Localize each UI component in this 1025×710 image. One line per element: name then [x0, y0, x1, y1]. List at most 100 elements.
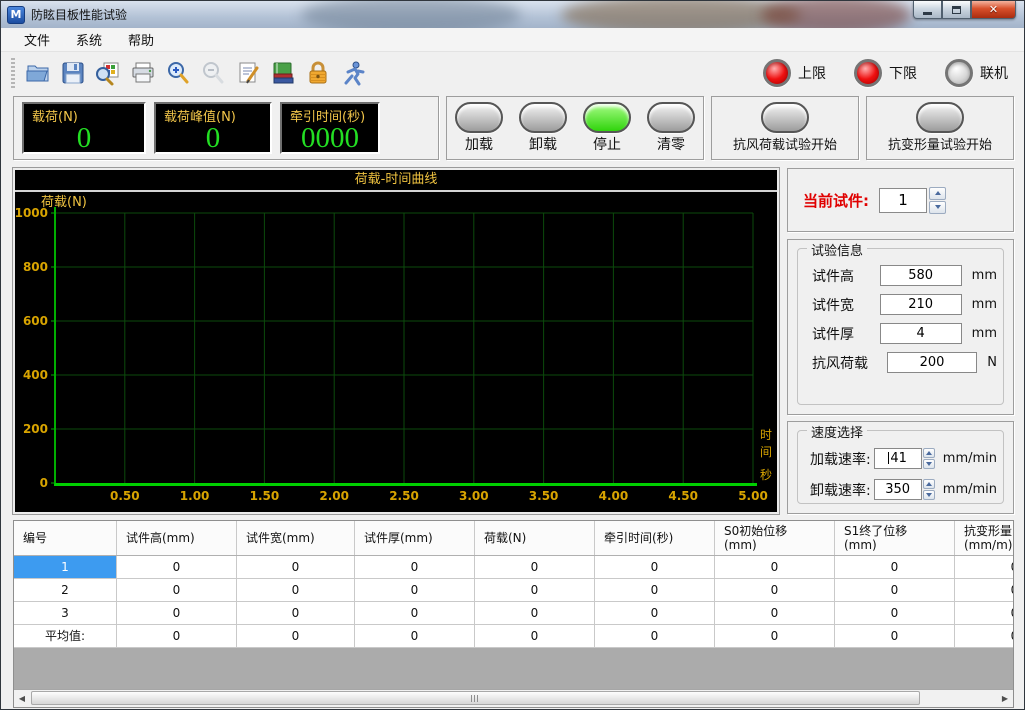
- spin-down-button[interactable]: [923, 490, 935, 500]
- table-cell[interactable]: 0: [715, 602, 835, 625]
- right-panel: 当前试件: 1 试验信息 试件高580mm试件宽210mm试件厚4mm抗风荷载2…: [787, 168, 1014, 514]
- table-cell[interactable]: 0: [475, 579, 595, 602]
- spin-up-button[interactable]: [923, 479, 935, 489]
- info-field-label: 抗风荷载: [812, 353, 887, 373]
- speed-field-input[interactable]: 41: [874, 448, 922, 469]
- stop-button[interactable]: [583, 102, 631, 133]
- speed-field-input[interactable]: 350: [874, 479, 922, 500]
- scroll-right-arrow[interactable]: ▶: [997, 690, 1013, 706]
- table-cell[interactable]: 0: [715, 556, 835, 579]
- table-cell[interactable]: 0: [835, 556, 955, 579]
- table-cell[interactable]: 0: [355, 602, 475, 625]
- table-cell[interactable]: 0: [955, 625, 1014, 648]
- minimize-icon: [923, 12, 932, 15]
- horizontal-scrollbar[interactable]: ◀ ▶: [14, 689, 1013, 707]
- header-line1: 试件高(mm): [126, 531, 236, 545]
- maximize-button[interactable]: [942, 1, 971, 19]
- table-cell[interactable]: 0: [117, 625, 237, 648]
- spin-up-button[interactable]: [923, 448, 935, 458]
- table-cell[interactable]: 0: [715, 625, 835, 648]
- spin-up-button[interactable]: [929, 187, 946, 200]
- save-icon[interactable]: [55, 56, 90, 91]
- report-icon[interactable]: [230, 56, 265, 91]
- peak-load-display: 载荷峰值(N) 0: [154, 102, 272, 154]
- table-cell[interactable]: 0: [355, 579, 475, 602]
- spin-down-button[interactable]: [929, 201, 946, 214]
- load-button[interactable]: [455, 102, 503, 133]
- unload-button[interactable]: [519, 102, 567, 133]
- table-cell[interactable]: 0: [835, 579, 955, 602]
- table-cell[interactable]: 0: [955, 556, 1014, 579]
- table-cell[interactable]: 0: [595, 602, 715, 625]
- svg-text:800: 800: [23, 260, 48, 274]
- speed-select-fields: 加载速率:41mm/min卸载速率:350mm/min: [804, 443, 997, 499]
- table-cell[interactable]: 0: [237, 602, 355, 625]
- menu-file[interactable]: 文件: [11, 28, 63, 51]
- wind-load-test-group: 抗风荷载试验开始: [711, 96, 859, 160]
- books-icon[interactable]: [265, 56, 300, 91]
- svg-text:间: 间: [760, 445, 772, 459]
- table-header-cell: 试件高(mm): [117, 521, 237, 555]
- table-cell[interactable]: 0: [237, 556, 355, 579]
- table-cell[interactable]: 0: [475, 602, 595, 625]
- deformation-test-start-button[interactable]: [916, 102, 964, 133]
- table-cell[interactable]: 0: [117, 556, 237, 579]
- table-cell[interactable]: 0: [595, 556, 715, 579]
- zero-button[interactable]: [647, 102, 695, 133]
- scroll-left-arrow[interactable]: ◀: [14, 690, 30, 706]
- test-info-title: 试验信息: [807, 240, 867, 259]
- row-id-cell[interactable]: 2: [14, 579, 117, 602]
- lock-icon[interactable]: [300, 56, 335, 91]
- table-cell[interactable]: 0: [117, 602, 237, 625]
- toolbar: 上限下限联机: [1, 52, 1024, 94]
- speed-field-label: 卸载速率:: [810, 480, 874, 500]
- table-header-cell: 荷载(N): [475, 521, 595, 555]
- table-cell[interactable]: 0: [835, 625, 955, 648]
- chart-title: 荷载-时间曲线: [15, 170, 777, 192]
- results-table: 编号试件高(mm)试件宽(mm)试件厚(mm)荷载(N)牵引时间(秒)S0初始位…: [14, 521, 1013, 648]
- table-cell[interactable]: 0: [955, 602, 1014, 625]
- row-id-cell[interactable]: 1: [14, 556, 117, 579]
- table-cell[interactable]: 0: [955, 579, 1014, 602]
- info-field-input[interactable]: 200: [887, 352, 978, 373]
- scrollbar-thumb[interactable]: [31, 691, 920, 705]
- spin-down-button[interactable]: [923, 459, 935, 469]
- zoom-in-icon[interactable]: [160, 56, 195, 91]
- control-button-label: 卸载: [529, 134, 557, 154]
- table-cell[interactable]: 0: [715, 579, 835, 602]
- menu-help[interactable]: 帮助: [115, 28, 167, 51]
- row-id-cell[interactable]: 平均值:: [14, 625, 117, 648]
- table-cell[interactable]: 0: [475, 556, 595, 579]
- table-cell[interactable]: 0: [237, 625, 355, 648]
- wind-load-test-start-label: 抗风荷载试验开始: [733, 134, 837, 153]
- toolbar-gripper[interactable]: [11, 58, 15, 88]
- info-field-input[interactable]: 580: [880, 265, 962, 286]
- table-cell[interactable]: 0: [595, 625, 715, 648]
- info-field-input[interactable]: 4: [880, 323, 962, 344]
- close-button[interactable]: ✕: [971, 1, 1016, 19]
- info-field-row: 试件厚4mm: [804, 319, 997, 348]
- table-cell[interactable]: 0: [595, 579, 715, 602]
- speed-select-title: 速度选择: [807, 422, 867, 441]
- table-cell[interactable]: 0: [475, 625, 595, 648]
- test-info-box: 试验信息 试件高580mm试件宽210mm试件厚4mm抗风荷载200N: [787, 239, 1014, 415]
- row-id-cell[interactable]: 3: [14, 602, 117, 625]
- info-field-input[interactable]: 210: [880, 294, 962, 315]
- open-folder-icon[interactable]: [20, 56, 55, 91]
- table-cell[interactable]: 0: [835, 602, 955, 625]
- table-cell[interactable]: 0: [117, 579, 237, 602]
- menu-system[interactable]: 系统: [63, 28, 115, 51]
- print-preview-icon[interactable]: [90, 56, 125, 91]
- table-header-cell: 编号: [14, 521, 117, 555]
- speed-select-groupbox: 速度选择 加载速率:41mm/min卸载速率:350mm/min: [797, 430, 1004, 504]
- up-arrow-icon: [926, 451, 932, 455]
- table-cell[interactable]: 0: [355, 556, 475, 579]
- load-time-chart: 020040060080010000.501.001.502.002.503.0…: [15, 192, 777, 512]
- current-specimen-input[interactable]: 1: [879, 188, 927, 213]
- table-cell[interactable]: 0: [355, 625, 475, 648]
- table-cell[interactable]: 0: [237, 579, 355, 602]
- minimize-button[interactable]: [913, 1, 942, 19]
- wind-load-test-start-button[interactable]: [761, 102, 809, 133]
- printer-icon[interactable]: [125, 56, 160, 91]
- runner-icon[interactable]: [335, 56, 370, 91]
